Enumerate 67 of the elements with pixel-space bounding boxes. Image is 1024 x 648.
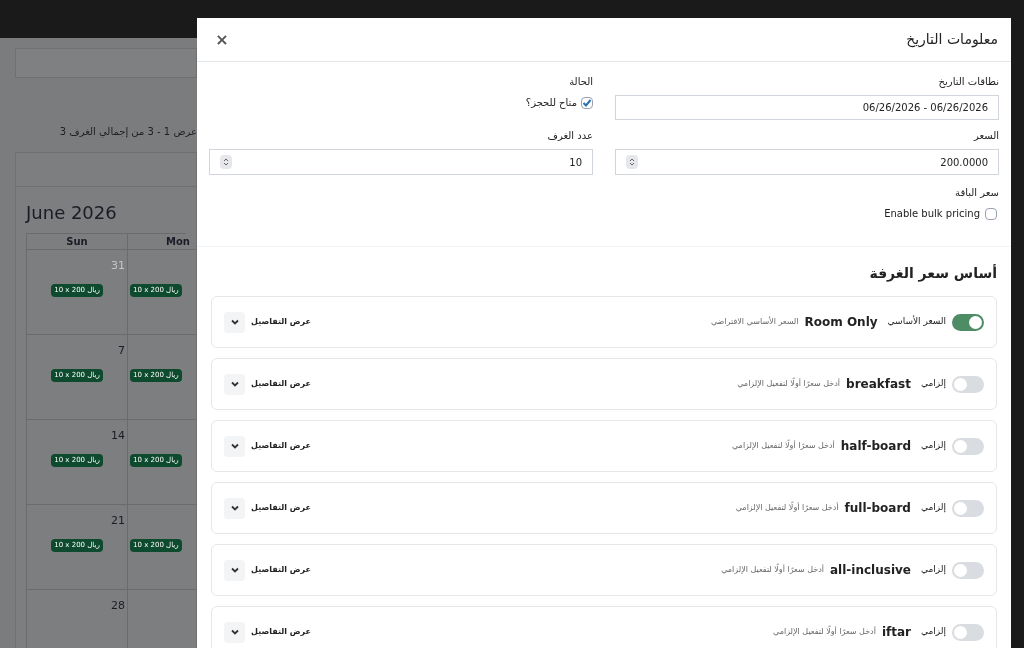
day-number: 21 <box>111 514 125 527</box>
results-summary: عرض 1 - 3 من إجمالي الغرف 3 <box>59 126 197 137</box>
expand-button[interactable] <box>224 559 245 581</box>
close-button[interactable]: × <box>212 27 232 52</box>
expand-button[interactable] <box>224 435 245 457</box>
toggle-switch[interactable] <box>952 375 984 393</box>
day-number: 7 <box>118 344 125 357</box>
plan-name: iftar <box>881 624 911 641</box>
checkbox-label: Enable bulk pricing <box>884 207 980 221</box>
rooms-field[interactable]: 10 <box>209 149 593 175</box>
day-number: 14 <box>111 429 125 442</box>
toggle-label: إلزامي <box>920 439 946 453</box>
toggle-label: إلزامي <box>920 377 946 391</box>
plan-note: أدخل سعرًا أولًا لتفعيل الإلزامي <box>737 378 841 390</box>
plan-name: all-inclusive <box>830 562 911 579</box>
plan-name: breakfast <box>846 376 911 393</box>
checkbox[interactable] <box>985 207 997 220</box>
chevron-down-icon <box>229 565 240 575</box>
details-text[interactable]: عرض التفاصيل <box>251 316 311 328</box>
toggle-label: إلزامي <box>920 501 946 515</box>
toggle-switch[interactable] <box>952 561 984 579</box>
toggle-switch[interactable] <box>952 437 984 455</box>
plan-note: أدخل سعرًا أولًا لتفعيل الإلزامي <box>773 626 876 638</box>
chevron-down-icon <box>229 627 240 637</box>
section-title: أساس سعر الغرفة <box>868 263 997 284</box>
day-number: 28 <box>111 599 125 612</box>
plan-name: half-board <box>840 438 911 455</box>
field-label: نطاقات التاريخ <box>937 75 999 89</box>
toggle-switch[interactable] <box>952 623 984 641</box>
spinner-icon[interactable] <box>626 155 638 169</box>
checkbox-label: متاح للحجز؟ <box>525 96 577 110</box>
details-text[interactable]: عرض التفاصيل <box>251 564 311 576</box>
checkbox[interactable] <box>581 96 593 109</box>
plan-note: أدخل سعرًا أولًا لتفعيل الإلزامي <box>735 502 839 514</box>
field-label: الحالة <box>568 75 593 89</box>
expand-button[interactable] <box>224 373 245 395</box>
chevron-down-icon <box>229 379 240 389</box>
toggle-label: إلزامي <box>920 563 946 577</box>
expand-button[interactable] <box>224 311 245 333</box>
expand-button[interactable] <box>224 497 245 519</box>
toggle-switch[interactable] <box>952 313 984 331</box>
details-text[interactable]: عرض التفاصيل <box>251 626 311 638</box>
chevron-down-icon <box>229 503 240 513</box>
field-label: سعر الباقة <box>954 186 999 200</box>
expand-button[interactable] <box>224 621 245 643</box>
plan-note: السعر الأساسي الافتراضي <box>710 316 799 328</box>
chevron-down-icon <box>229 441 240 451</box>
plan-note: أدخل سعرًا أولًا لتفعيل الإلزامي <box>731 440 835 452</box>
details-text[interactable]: عرض التفاصيل <box>251 440 311 452</box>
plan-name: full-board <box>844 500 911 517</box>
field-label: السعر <box>972 129 999 143</box>
weekday-header: Sun <box>27 234 128 250</box>
field-label: عدد الغرف <box>546 129 593 143</box>
toggle-switch[interactable] <box>952 499 984 517</box>
toggle-label: إلزامي <box>920 625 946 639</box>
modal-title: معلومات التاريخ <box>906 30 998 50</box>
day-number: 31 <box>111 259 125 272</box>
date-range-field[interactable]: 06/26/2026 - 06/26/2026 <box>615 95 999 120</box>
toggle-label: السعر الأساسي <box>887 315 946 329</box>
plan-note: أدخل سعرًا أولًا لتفعيل الإلزامي <box>721 564 824 576</box>
details-text[interactable]: عرض التفاصيل <box>251 378 311 390</box>
details-text[interactable]: عرض التفاصيل <box>251 502 311 514</box>
spinner-icon[interactable] <box>220 155 232 169</box>
plan-name: Room Only <box>804 314 878 331</box>
price-field[interactable]: 200.0000 <box>615 149 999 175</box>
chevron-down-icon <box>229 317 240 327</box>
calendar-title: June 2026 <box>26 201 118 225</box>
